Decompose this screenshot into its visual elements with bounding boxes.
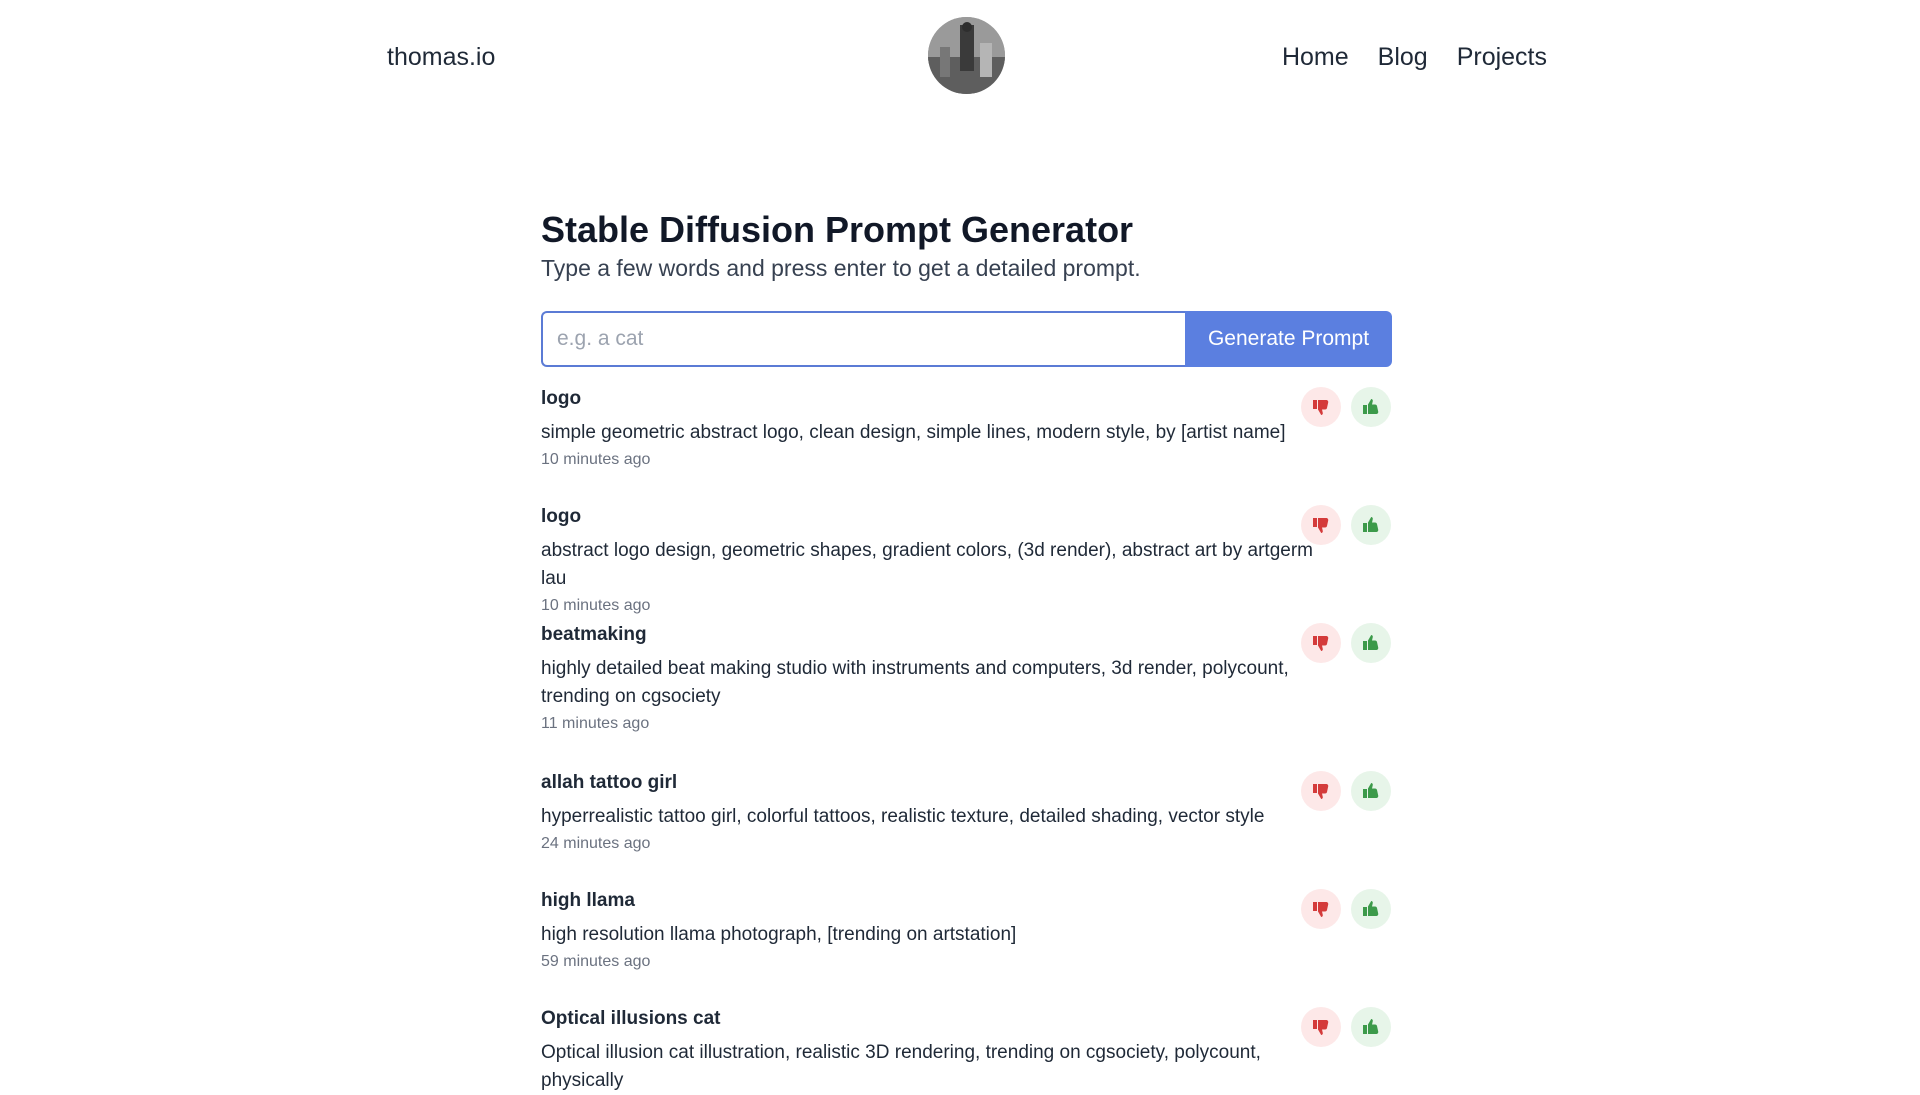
nav-blog[interactable]: Blog	[1378, 42, 1428, 72]
thumbs-up-icon	[1363, 1019, 1379, 1034]
prompt-item: high llama high resolution llama photogr…	[541, 889, 1391, 972]
avatar-photo	[928, 17, 1005, 94]
prompt-form: Generate Prompt	[541, 311, 1392, 367]
prompt-keyword: allah tattoo girl	[541, 772, 678, 793]
prompt-text: abstract logo design, geometric shapes, …	[541, 540, 1313, 589]
prompt-keyword: logo	[541, 506, 582, 527]
prompt-item: logo simple geometric abstract logo, cle…	[541, 387, 1391, 470]
nav-projects[interactable]: Projects	[1457, 42, 1547, 72]
thumbs-down-icon	[1313, 902, 1329, 917]
thumbs-up-button[interactable]	[1351, 387, 1391, 427]
site-header: thomas.io Home Blog Projects	[0, 0, 1920, 115]
thumbs-up-button[interactable]	[1351, 623, 1391, 663]
thumbs-up-button[interactable]	[1351, 1007, 1391, 1047]
prompt-text: hyperrealistic tattoo girl, colorful tat…	[541, 806, 1265, 827]
prompt-text: simple geometric abstract logo, clean de…	[541, 422, 1286, 443]
vote-buttons	[1301, 505, 1391, 545]
thumbs-up-icon	[1363, 783, 1379, 798]
thumbs-up-button[interactable]	[1351, 505, 1391, 545]
vote-buttons	[1301, 387, 1391, 427]
thumbs-down-button[interactable]	[1301, 771, 1341, 811]
prompt-keyword: Optical illusions cat	[541, 1008, 721, 1029]
thumbs-up-icon	[1363, 901, 1379, 916]
site-name-link[interactable]: thomas.io	[387, 42, 495, 72]
vote-buttons	[1301, 1007, 1391, 1047]
main-nav: Home Blog Projects	[1282, 42, 1547, 72]
main-content: Stable Diffusion Prompt Generator Type a…	[541, 208, 1392, 1091]
prompt-keyword: high llama	[541, 890, 635, 911]
prompt-keyword: beatmaking	[541, 624, 647, 645]
thumbs-down-icon	[1313, 1020, 1329, 1035]
thumbs-down-button[interactable]	[1301, 623, 1341, 663]
thumbs-up-button[interactable]	[1351, 771, 1391, 811]
generate-prompt-button[interactable]: Generate Prompt	[1185, 311, 1392, 367]
page-title: Stable Diffusion Prompt Generator	[541, 209, 1134, 250]
prompt-keyword: logo	[541, 388, 582, 409]
vote-buttons	[1301, 889, 1391, 929]
prompt-time: 10 minutes ago	[541, 451, 651, 468]
prompt-text: highly detailed beat making studio with …	[541, 658, 1289, 707]
avatar[interactable]	[928, 17, 1005, 94]
prompt-list: logo simple geometric abstract logo, cle…	[541, 387, 1391, 1091]
thumbs-down-icon	[1313, 784, 1329, 799]
prompt-item: allah tattoo girl hyperrealistic tattoo …	[541, 771, 1391, 854]
thumbs-down-icon	[1313, 518, 1329, 533]
thumbs-up-icon	[1363, 635, 1379, 650]
thumbs-down-icon	[1313, 400, 1329, 415]
prompt-item: beatmaking highly detailed beat making s…	[541, 623, 1391, 734]
thumbs-up-icon	[1363, 399, 1379, 414]
thumbs-down-icon	[1313, 636, 1329, 651]
prompt-time: 24 minutes ago	[541, 835, 651, 852]
thumbs-down-button[interactable]	[1301, 889, 1341, 929]
prompt-time: 59 minutes ago	[541, 953, 651, 970]
prompt-time: 11 minutes ago	[541, 715, 650, 732]
thumbs-down-button[interactable]	[1301, 505, 1341, 545]
prompt-item: logo abstract logo design, geometric sha…	[541, 505, 1391, 616]
prompt-text: Optical illusion cat illustration, reali…	[541, 1042, 1261, 1091]
prompt-item: Optical illusions cat Optical illusion c…	[541, 1007, 1391, 1095]
vote-buttons	[1301, 771, 1391, 811]
thumbs-up-icon	[1363, 517, 1379, 532]
nav-home[interactable]: Home	[1282, 42, 1349, 72]
thumbs-up-button[interactable]	[1351, 889, 1391, 929]
prompt-input[interactable]	[541, 311, 1185, 367]
thumbs-down-button[interactable]	[1301, 387, 1341, 427]
prompt-time: 10 minutes ago	[541, 597, 651, 614]
thumbs-down-button[interactable]	[1301, 1007, 1341, 1047]
vote-buttons	[1301, 623, 1391, 663]
prompt-text: high resolution llama photograph, [trend…	[541, 924, 1017, 945]
page-subtitle: Type a few words and press enter to get …	[541, 255, 1141, 281]
